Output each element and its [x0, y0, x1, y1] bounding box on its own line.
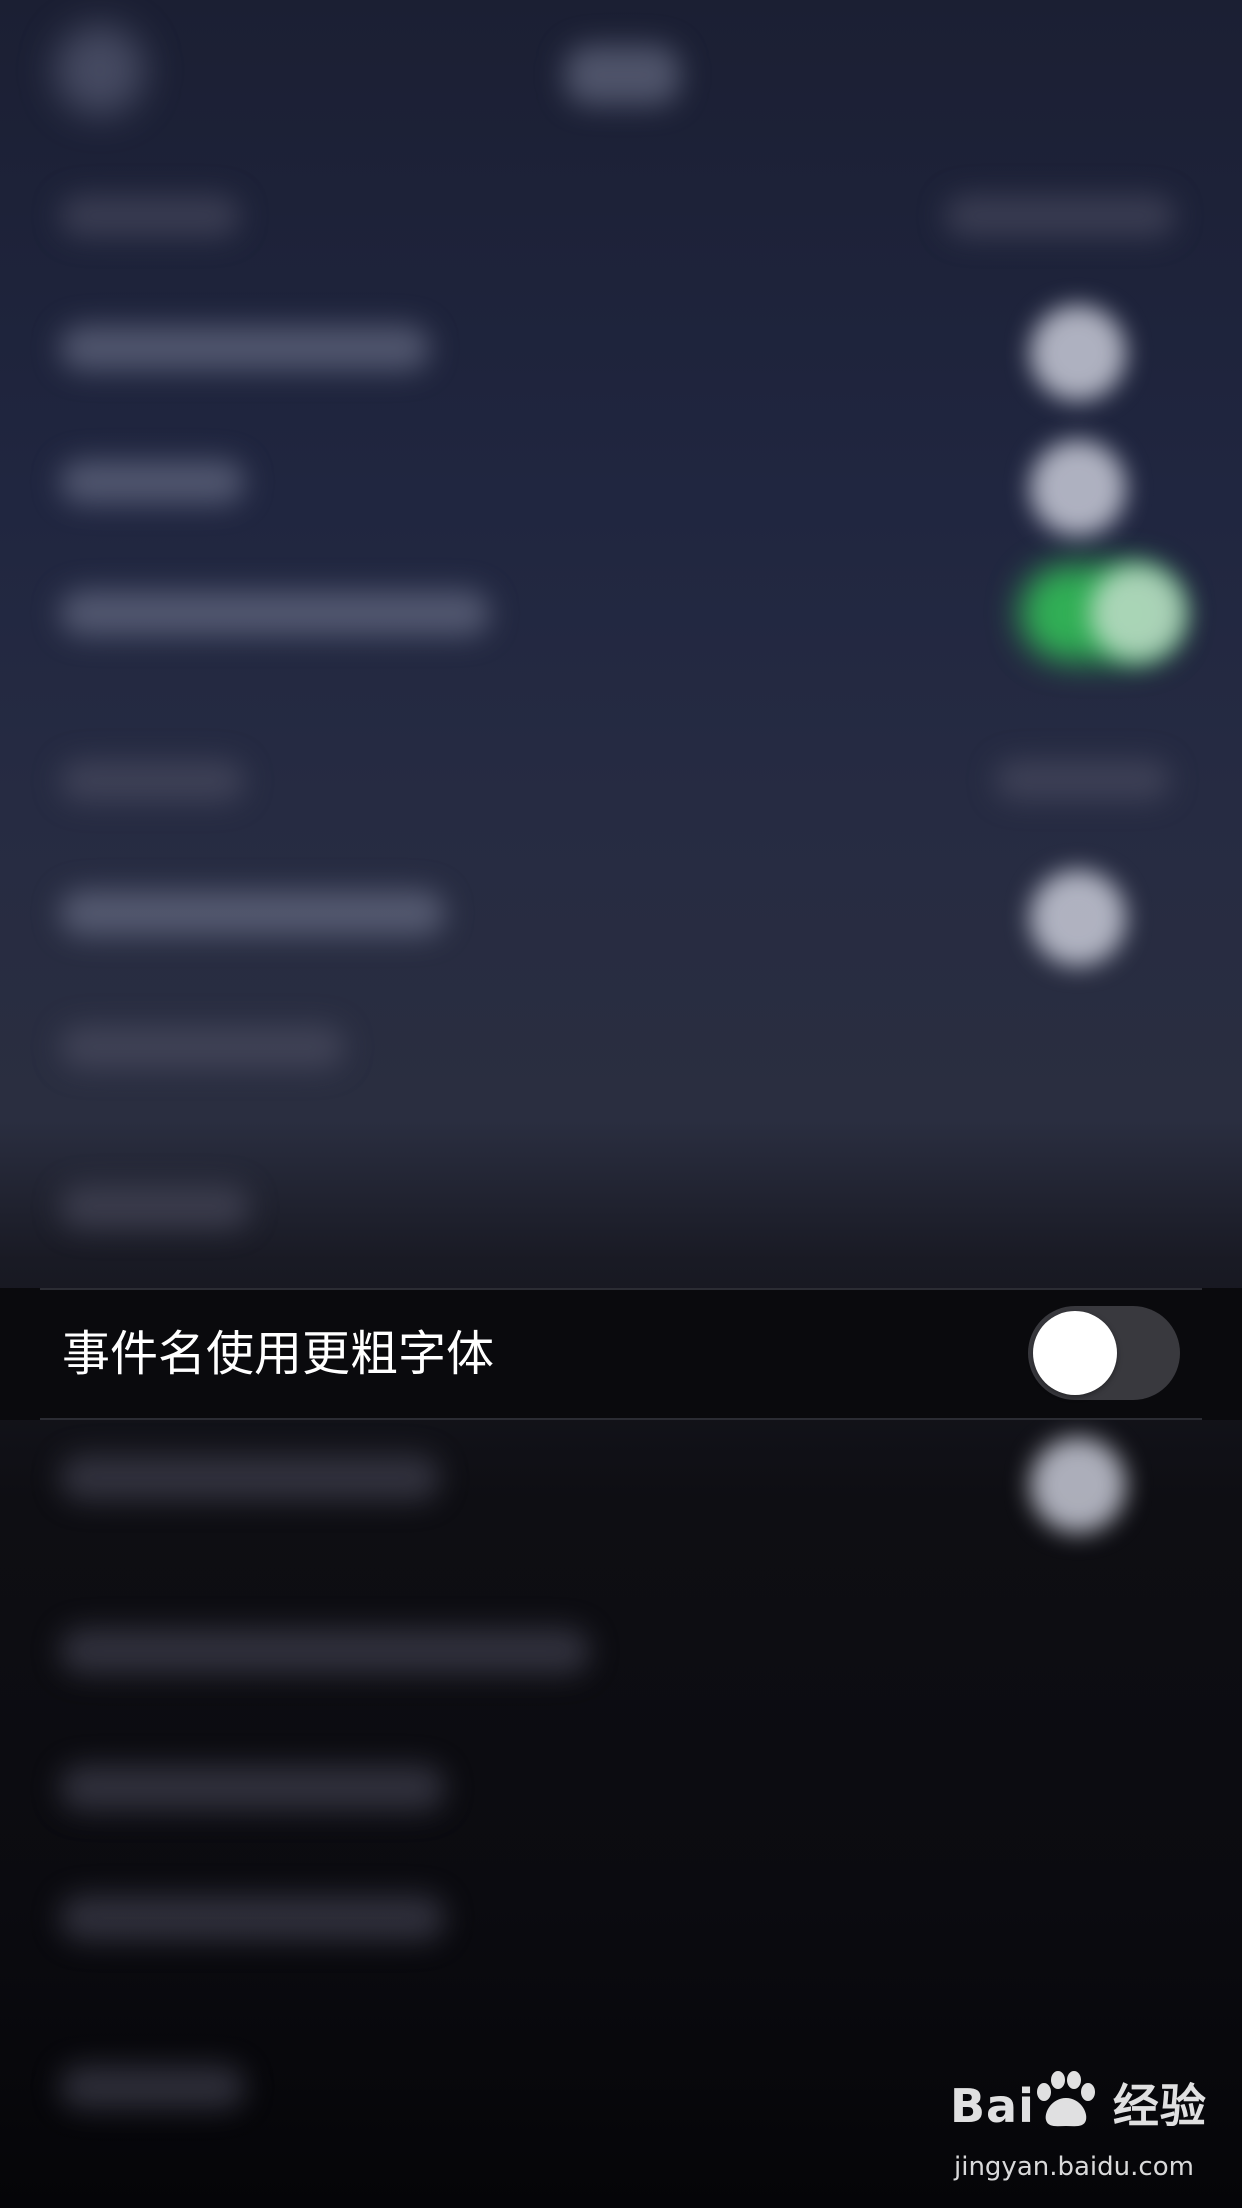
watermark-logo-right: 经验: [1112, 2079, 1207, 2133]
blurred-row-label: [60, 2065, 245, 2109]
row-separator-bottom: [40, 1418, 1202, 1420]
blurred-toggle-knob: [1030, 440, 1126, 536]
blurred-row-label: [60, 195, 240, 237]
watermark-url: jingyan.baidu.com: [954, 2152, 1194, 2182]
setting-row-bold-event-names: 事件名使用更粗字体: [0, 1288, 1242, 1420]
blurred-row-value: [995, 760, 1170, 800]
blurred-row-label: [60, 1895, 445, 1941]
blurred-row-label: [60, 890, 445, 936]
blurred-row-label: [60, 1628, 590, 1674]
watermark-logo-left: Bai: [950, 2079, 1035, 2133]
blurred-background-settings: [0, 0, 1242, 2208]
blurred-row-label: [60, 460, 245, 504]
blurred-row-label: [60, 1455, 440, 1501]
blurred-row-label: [60, 590, 490, 636]
blurred-row-label: [60, 325, 430, 371]
blurred-toggle-knob: [1030, 870, 1126, 966]
blurred-row-label: [60, 1185, 250, 1229]
baidu-paw-icon: [1037, 2071, 1095, 2127]
blurred-back-button: [55, 25, 145, 115]
blurred-row-label: [60, 1025, 345, 1069]
toggle-thumb: [1033, 1311, 1117, 1395]
blurred-row-label: [60, 760, 245, 802]
blurred-row-label: [60, 1765, 445, 1811]
blurred-toggle-knob: [1030, 305, 1126, 401]
bold-font-toggle[interactable]: [1028, 1306, 1180, 1400]
baidu-jingyan-watermark: Bai 经验 jingyan.baidu.com: [950, 2070, 1206, 2190]
blurred-row-value: [945, 195, 1175, 237]
blurred-toggle-knob: [1090, 565, 1186, 661]
setting-label: 事件名使用更粗字体: [62, 1326, 495, 1382]
blurred-nav-title: [565, 45, 680, 105]
blurred-toggle-knob: [1030, 1437, 1126, 1533]
